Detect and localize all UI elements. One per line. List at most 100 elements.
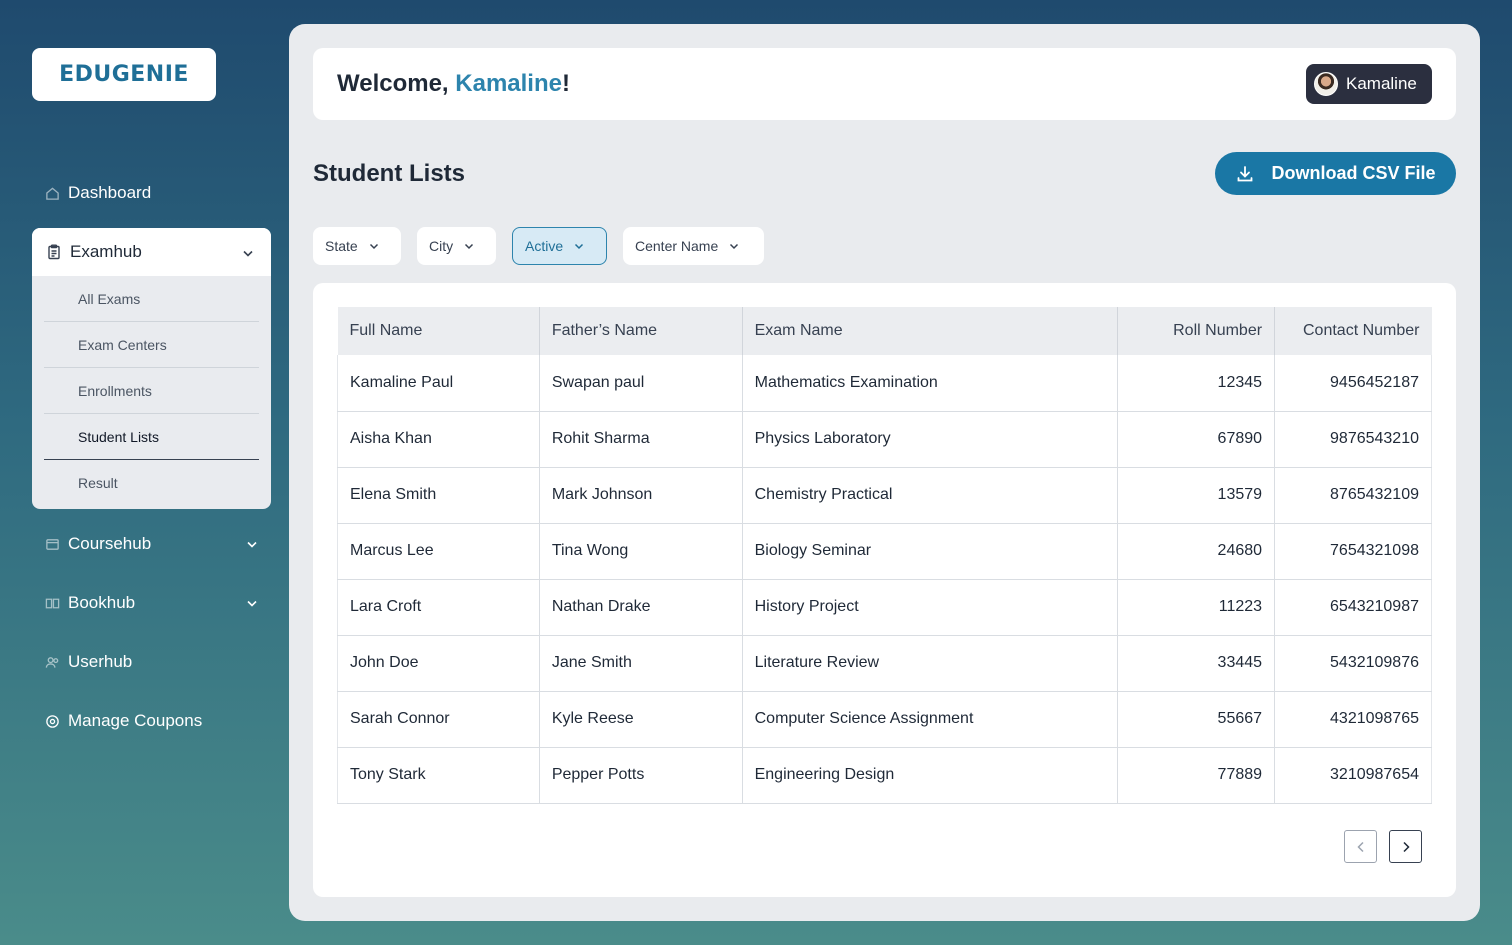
- cell-fathers-name: Swapan paul: [539, 355, 743, 412]
- download-csv-label: Download CSV File: [1271, 163, 1436, 183]
- pagination-prev-button[interactable]: [1344, 830, 1377, 863]
- table-row[interactable]: Tony Stark Pepper Potts Engineering Design…: [337, 747, 1432, 804]
- filter-state[interactable]: State: [313, 227, 401, 265]
- cell-exam-name: Engineering Design: [742, 747, 1119, 804]
- cell-exam-name: Computer Science Assignment: [742, 691, 1119, 748]
- cell-contact-number: 4321098765: [1274, 691, 1432, 748]
- main-panel: Welcome, Kamaline ! Kamaline Student Lis…: [289, 24, 1480, 921]
- cell-full-name: Marcus Lee: [337, 523, 540, 580]
- table-row[interactable]: Aisha Khan Rohit Sharma Physics Laboratory…: [337, 411, 1432, 468]
- filter-center-name[interactable]: Center Name: [623, 227, 764, 265]
- sidebar-item-bookhub[interactable]: Bookhub: [44, 588, 259, 618]
- pagination-next-button[interactable]: [1389, 830, 1422, 863]
- filter-status[interactable]: Active: [512, 227, 607, 265]
- cell-full-name: John Doe: [337, 635, 540, 692]
- cell-contact-number: 5432109876: [1274, 635, 1432, 692]
- cell-roll-number: 13579: [1117, 467, 1276, 524]
- user-chip-name: Kamaline: [1346, 74, 1417, 93]
- sidebar-item-userhub[interactable]: Userhub: [44, 647, 259, 677]
- table-row[interactable]: John Doe Jane Smith Literature Review 33445…: [337, 635, 1432, 692]
- cell-fathers-name: Tina Wong: [539, 523, 743, 580]
- cell-exam-name: Biology Seminar: [742, 523, 1119, 580]
- table-header-row: Full Name Father’s Name Exam Name Roll N…: [337, 307, 1432, 355]
- cell-fathers-name: Kyle Reese: [539, 691, 743, 748]
- download-csv-button[interactable]: Download CSV File: [1215, 152, 1456, 195]
- cell-fathers-name: Pepper Potts: [539, 747, 743, 804]
- course-icon: [44, 536, 60, 552]
- column-header-contact-number[interactable]: Contact Number: [1274, 307, 1432, 355]
- column-header-exam-name[interactable]: Exam Name: [742, 307, 1119, 355]
- cell-exam-name: Literature Review: [742, 635, 1119, 692]
- cell-roll-number: 12345: [1117, 355, 1276, 412]
- submenu-exam-centers[interactable]: Exam Centers: [44, 322, 259, 368]
- cell-exam-name: History Project: [742, 579, 1119, 636]
- chevron-down-icon: [245, 536, 259, 556]
- cell-roll-number: 33445: [1117, 635, 1276, 692]
- table-row[interactable]: Lara Croft Nathan Drake History Project 112…: [337, 579, 1432, 636]
- chevron-down-icon: [728, 240, 740, 252]
- coupon-icon: [44, 713, 60, 729]
- submenu-all-exams[interactable]: All Exams: [44, 276, 259, 322]
- sidebar-item-label: Examhub: [70, 242, 142, 261]
- column-header-fathers-name[interactable]: Father’s Name: [539, 307, 743, 355]
- welcome-prefix: Welcome,: [337, 70, 456, 97]
- sidebar-item-label: Manage Coupons: [68, 711, 203, 730]
- filter-label: Center Name: [635, 238, 719, 254]
- sidebar-item-label: Userhub: [68, 652, 133, 671]
- cell-full-name: Kamaline Paul: [337, 355, 540, 412]
- cell-roll-number: 67890: [1117, 411, 1276, 468]
- sidebar-item-coursehub[interactable]: Coursehub: [44, 529, 259, 559]
- cell-full-name: Sarah Connor: [337, 691, 540, 748]
- sidebar-item-manage-coupons[interactable]: Manage Coupons: [44, 706, 259, 736]
- sidebar-item-label: Dashboard: [68, 183, 152, 202]
- filter-label: Active: [525, 238, 564, 254]
- cell-roll-number: 24680: [1117, 523, 1276, 580]
- cell-full-name: Elena Smith: [337, 467, 540, 524]
- cell-exam-name: Chemistry Practical: [742, 467, 1119, 524]
- download-icon: [1235, 164, 1255, 184]
- sidebar-item-dashboard[interactable]: Dashboard: [44, 178, 259, 208]
- edugenie-logo[interactable]: EDUGENIE: [32, 48, 216, 101]
- sidebar-item-label: Bookhub: [68, 593, 136, 612]
- home-icon: [44, 185, 60, 201]
- column-header-roll-number[interactable]: Roll Number: [1117, 307, 1276, 355]
- cell-fathers-name: Jane Smith: [539, 635, 743, 692]
- submenu-enrollments[interactable]: Enrollments: [44, 368, 259, 414]
- chevron-down-icon: [573, 240, 585, 252]
- table-row[interactable]: Elena Smith Mark Johnson Chemistry Practic…: [337, 467, 1432, 524]
- chevron-up-icon: [241, 245, 255, 265]
- student-table: Full Name Father’s Name Exam Name Roll N…: [337, 307, 1432, 804]
- cell-roll-number: 77889: [1117, 747, 1276, 804]
- column-header-full-name[interactable]: Full Name: [337, 307, 540, 355]
- page-title: Student Lists: [313, 160, 466, 187]
- chevron-down-icon: [463, 240, 475, 252]
- cell-roll-number: 55667: [1117, 691, 1276, 748]
- cell-exam-name: Physics Laboratory: [742, 411, 1119, 468]
- table-row[interactable]: Sarah Connor Kyle Reese Computer Science A…: [337, 691, 1432, 748]
- sidebar-item-label: Coursehub: [68, 534, 152, 553]
- cell-contact-number: 3210987654: [1274, 747, 1432, 804]
- cell-contact-number: 8765432109: [1274, 467, 1432, 524]
- cell-contact-number: 6543210987: [1274, 579, 1432, 636]
- cell-contact-number: 9456452187: [1274, 355, 1432, 412]
- filter-label: State: [325, 238, 358, 254]
- avatar: [1314, 72, 1338, 96]
- welcome-suffix: !: [561, 70, 570, 97]
- cell-full-name: Tony Stark: [337, 747, 540, 804]
- user-profile-chip[interactable]: Kamaline: [1306, 64, 1432, 104]
- cell-fathers-name: Mark Johnson: [539, 467, 743, 524]
- cell-roll-number: 11223: [1117, 579, 1276, 636]
- chevron-right-icon: [1399, 840, 1413, 854]
- table-row[interactable]: Marcus Lee Tina Wong Biology Seminar 24680 7…: [337, 523, 1432, 580]
- student-table-card: Full Name Father’s Name Exam Name Roll N…: [313, 283, 1456, 897]
- table-row[interactable]: Kamaline Paul Swapan paul Mathematics Exam…: [337, 355, 1432, 412]
- submenu-student-lists[interactable]: Student Lists: [44, 414, 259, 460]
- cell-fathers-name: Nathan Drake: [539, 579, 743, 636]
- cell-fathers-name: Rohit Sharma: [539, 411, 743, 468]
- chevron-down-icon: [368, 240, 380, 252]
- submenu-result[interactable]: Result: [44, 460, 259, 506]
- book-icon: [44, 595, 60, 611]
- filter-city[interactable]: City: [417, 227, 496, 265]
- sidebar-item-examhub[interactable]: Examhub: [32, 228, 271, 276]
- cell-full-name: Aisha Khan: [337, 411, 540, 468]
